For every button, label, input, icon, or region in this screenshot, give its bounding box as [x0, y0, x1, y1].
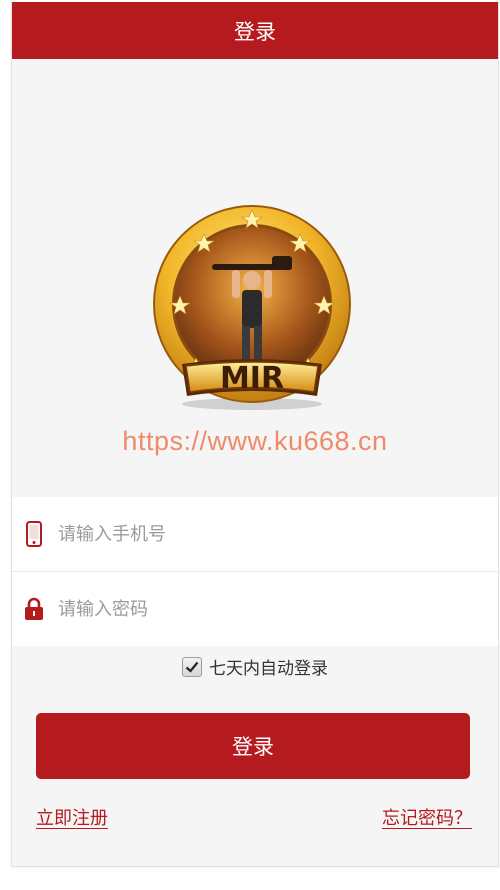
phone-icon: [12, 521, 56, 547]
phone-row: [12, 497, 498, 571]
remember-me: 七天内自动登录: [12, 654, 498, 679]
login-form: [12, 497, 498, 646]
login-button[interactable]: 登录: [36, 713, 470, 779]
phone-input[interactable]: [56, 514, 498, 554]
watermark-url: https://www.ku668.cn: [122, 426, 388, 456]
remember-label: 七天内自动登录: [209, 659, 328, 679]
svg-text:MIR: MIR: [220, 361, 284, 396]
password-input[interactable]: [56, 589, 498, 629]
lock-icon: [12, 597, 56, 621]
app-frame: 登录 MIR https://www.ku668.cn 请输入手机号 七天内自动…: [11, 2, 499, 867]
register-link[interactable]: 立即注册: [36, 804, 108, 830]
page-title: 登录: [234, 19, 276, 44]
forgot-password-link[interactable]: 忘记密码？: [382, 804, 472, 830]
remember-checkbox[interactable]: [182, 656, 202, 677]
header-bar: 登录: [12, 2, 498, 59]
check-icon: [185, 661, 199, 673]
password-row: [12, 571, 498, 646]
mir-logo: MIR: [153, 205, 351, 410]
